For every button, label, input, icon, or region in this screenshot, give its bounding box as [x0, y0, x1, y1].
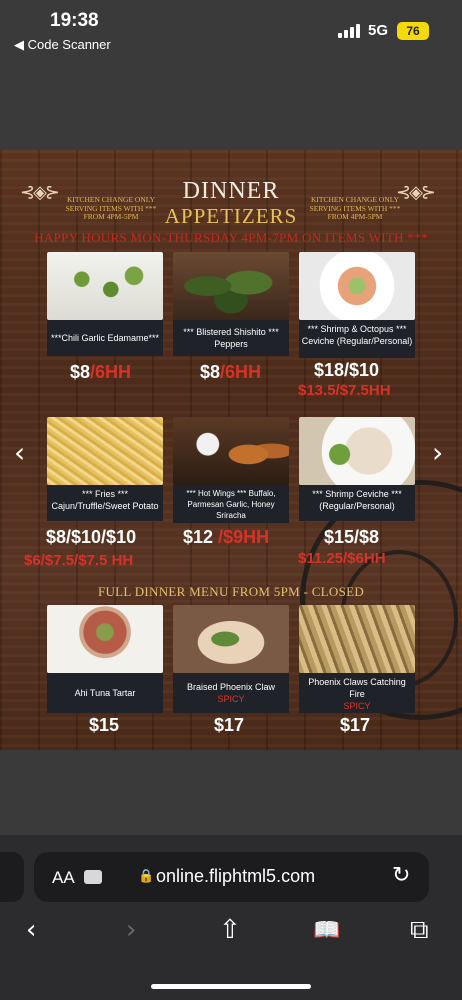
edamame-photo — [47, 252, 163, 320]
item-name: *** Fries *** Cajun/Truffle/Sweet Potato — [47, 485, 163, 521]
happy-hour-banner: HAPPY HOURS MON-THURSDAY 4PM-7PM ON ITEM… — [34, 230, 428, 245]
status-bar: 19:38 ◀ Code Scanner 5G 76 — [0, 0, 462, 60]
item-price: $8/6HH — [200, 362, 262, 382]
shishito-photo — [173, 252, 289, 320]
item-name: Ahi Tuna Tartar — [47, 673, 163, 713]
full-menu-notice: FULL DINNER MENU FROM 5PM - CLOSED — [97, 584, 365, 599]
share-icon[interactable]: ⇧ — [219, 915, 241, 945]
network-label: 5G — [368, 22, 389, 39]
item-name-block: Braised Phoenix Claw SPICY — [173, 673, 289, 713]
ahi-tuna-photo — [47, 605, 163, 673]
hot-wings-photo — [173, 417, 289, 485]
item-name: *** Shrimp & Octopus *** Ceviche (Regula… — [299, 320, 415, 358]
reload-icon[interactable]: ↻ — [392, 863, 410, 888]
item-price: $8/$10/$10 — [46, 527, 137, 547]
item-price: $15 — [89, 715, 120, 735]
item-name: *** Shrimp Ceviche *** (Regular/Personal… — [299, 485, 415, 521]
clock: 19:38 — [50, 10, 99, 31]
kitchen-notice-right: KITCHEN CHANGE ONLY SERVING ITEMS WITH *… — [309, 195, 401, 221]
menu-page: ⊰◈⊱ ⊰◈⊱ DINNER APPETIZERS KITCHEN CHANGE… — [0, 150, 462, 750]
extension-icon[interactable] — [84, 870, 102, 884]
reader-settings-button[interactable]: AA — [52, 868, 75, 888]
menu-item-card: Braised Phoenix Claw SPICY — [173, 605, 289, 713]
battery-icon: 76 — [397, 22, 429, 40]
menu-item-card: *** Shrimp Ceviche *** (Regular/Personal… — [299, 417, 415, 521]
item-price: $15/$8 — [324, 527, 380, 547]
url-text[interactable]: online.fliphtml5.com — [156, 866, 315, 887]
item-name: Phoenix Claws Catching Fire — [308, 677, 406, 699]
menu-item-card: ***Chili Garlic Edamame*** — [47, 252, 163, 356]
item-name: Braised Phoenix Claw — [186, 682, 276, 692]
menu-item-card: *** Fries *** Cajun/Truffle/Sweet Potato — [47, 417, 163, 521]
item-happy-hour-price: $6/$7.5/$7.5 HH — [24, 552, 134, 569]
next-page-icon[interactable]: › — [432, 436, 443, 469]
shrimp-ceviche-photo — [299, 417, 415, 485]
previous-page-icon[interactable]: ‹ — [14, 436, 25, 469]
item-name: ***Chili Garlic Edamame*** — [47, 320, 163, 356]
spicy-tag: SPICY — [217, 694, 245, 704]
item-name-block: Phoenix Claws Catching Fire SPICY — [299, 673, 415, 713]
home-indicator[interactable] — [151, 984, 311, 989]
menu-item-card: Phoenix Claws Catching Fire SPICY — [299, 605, 415, 713]
item-name: *** Blistered Shishito *** Peppers — [173, 320, 289, 356]
forward-icon[interactable]: › — [126, 915, 136, 945]
previous-tab-preview[interactable] — [0, 852, 24, 902]
item-price: $8/6HH — [70, 362, 132, 382]
kitchen-notice-left: KITCHEN CHANGE ONLY SERVING ITEMS WITH *… — [65, 195, 157, 221]
fries-photo — [47, 417, 163, 485]
item-price: $17 — [214, 715, 245, 735]
back-to-app-link[interactable]: ◀ Code Scanner — [14, 37, 111, 53]
item-name: *** Hot Wings *** Buffalo, Parmesan Garl… — [173, 485, 289, 523]
item-happy-hour-price: $11.25/$6HH — [298, 550, 386, 567]
item-happy-hour-price: $13.5/$7.5HH — [298, 382, 391, 399]
item-price: $17 — [340, 715, 371, 735]
phoenix-claw-photo — [173, 605, 289, 673]
signal-icon — [338, 24, 360, 38]
phoenix-claws-fire-photo — [299, 605, 415, 673]
item-price: $18/$10 — [314, 360, 380, 380]
menu-item-card: *** Shrimp & Octopus *** Ceviche (Regula… — [299, 252, 415, 358]
spicy-tag: SPICY — [343, 701, 371, 711]
tabs-icon[interactable]: ⧉ — [410, 915, 429, 946]
bookmarks-icon[interactable]: 📖 — [313, 918, 340, 943]
menu-item-card: *** Hot Wings *** Buffalo, Parmesan Garl… — [173, 417, 289, 523]
menu-item-card: *** Blistered Shishito *** Peppers — [173, 252, 289, 356]
lock-icon: 🔒 — [138, 868, 155, 883]
back-icon[interactable]: ‹ — [26, 915, 36, 945]
item-price: $12 /$9HH — [183, 527, 270, 547]
shrimp-octopus-ceviche-photo — [299, 252, 415, 320]
menu-item-card: Ahi Tuna Tartar — [47, 605, 163, 713]
